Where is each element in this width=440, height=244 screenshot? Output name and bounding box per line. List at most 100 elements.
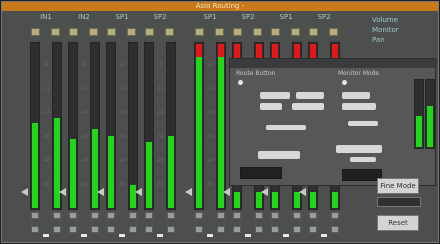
mute-button[interactable] [233,28,242,36]
channel-option-button[interactable] [167,212,175,219]
channel-option-button[interactable] [233,212,241,219]
route-button-label: Route Button [236,70,276,77]
level-meter-right [216,42,226,210]
routing-panel-header[interactable] [230,59,437,68]
solo-button[interactable] [51,28,60,36]
route-field-2[interactable] [296,92,324,99]
scale-tick: -48 [80,158,89,164]
solo-button[interactable] [165,28,174,36]
channel-option-button[interactable] [195,212,203,219]
channel-option-button[interactable] [129,226,137,233]
channel-led [283,234,289,237]
channel-option-button[interactable] [233,226,241,233]
level-meter-right [90,42,100,210]
level-fill [218,57,224,208]
channel-strip: SP1 -6 -12 -24 -36 -48 -60 [185,12,228,240]
solo-button[interactable] [253,28,262,36]
channel-option-button[interactable] [145,212,153,219]
scale-tick: -60 [80,182,89,188]
route-slider-1[interactable] [266,125,306,130]
mute-button[interactable] [309,28,318,36]
channel-option-button[interactable] [293,226,301,233]
window-title: Asio Routing - [195,2,245,10]
channel-option-button[interactable] [107,212,115,219]
monitor-field-3[interactable] [336,145,382,153]
channel-option-button[interactable] [331,212,339,219]
scale-tick: -36 [156,134,165,140]
scale-tick: -12 [118,86,127,92]
channel-strip: SP2 -6 -12 -24 -36 -48 -60 [135,12,178,240]
channel-option-button[interactable] [31,212,39,219]
channel-option-button[interactable] [69,212,77,219]
legend-line-2: Monitor [372,26,399,34]
mute-button[interactable] [145,28,154,36]
channel-option-button[interactable] [293,212,301,219]
monitor-mode-label: Monitor Mode [338,70,380,77]
monitor-apply-button[interactable] [342,169,382,181]
channel-option-button[interactable] [145,226,153,233]
channel-option-button[interactable] [255,226,263,233]
mute-button[interactable] [107,28,116,36]
channel-option-button[interactable] [309,226,317,233]
level-fill [272,192,278,208]
route-field-5[interactable] [258,151,300,159]
mute-button[interactable] [31,28,40,36]
channel-option-button[interactable] [195,226,203,233]
route-radio-1[interactable] [238,80,243,85]
route-apply-button[interactable] [240,167,282,179]
solo-button[interactable] [89,28,98,36]
channel-option-button[interactable] [331,226,339,233]
solo-button[interactable] [291,28,300,36]
channel-option-button[interactable] [53,212,61,219]
mute-button[interactable] [195,28,204,36]
title-bar[interactable]: Asio Routing - [2,2,438,11]
legend-line-3: Pan [372,36,385,44]
channel-name: SP2 [317,13,331,21]
mute-solo-buttons [68,28,100,36]
channel-option-button[interactable] [217,226,225,233]
route-field-3[interactable] [260,103,282,110]
channel-option-button[interactable] [129,212,137,219]
channel-option-button[interactable] [31,226,39,233]
monitor-field-1[interactable] [342,92,370,99]
solo-button[interactable] [329,28,338,36]
channel-option-button[interactable] [53,226,61,233]
channel-led [207,234,213,237]
level-fill [256,192,262,208]
monitor-slider-1[interactable] [348,121,378,126]
scale-tick: -24 [118,110,127,116]
channel-option-button[interactable] [167,226,175,233]
route-field-1[interactable] [260,92,290,99]
channel-option-button[interactable] [217,212,225,219]
route-field-4[interactable] [292,103,324,110]
channel-option-button[interactable] [271,226,279,233]
monitor-field-2[interactable] [342,103,376,110]
scale-tick: -24 [206,110,215,116]
channel-option-button[interactable] [91,226,99,233]
scale-tick: -6 [81,62,87,68]
scale-tick: -36 [118,134,127,140]
monitor-slider-2[interactable] [350,157,376,162]
solo-button[interactable] [215,28,224,36]
level-fill [234,192,240,208]
routing-panel: Route Button Monitor Mode [229,58,437,186]
channel-option-button[interactable] [107,226,115,233]
mute-solo-buttons [270,28,302,36]
channel-option-button[interactable] [271,212,279,219]
mute-button[interactable] [69,28,78,36]
level-meter-left [68,42,78,210]
scale-tick: -36 [80,134,89,140]
channel-option-button[interactable] [255,212,263,219]
fine-mode-button[interactable]: Fine Mode [377,178,419,194]
channel-option-button[interactable] [309,212,317,219]
scale-tick: -48 [118,158,127,164]
mute-button[interactable] [271,28,280,36]
monitor-radio-1[interactable] [342,80,347,85]
solo-button[interactable] [127,28,136,36]
channel-option-button[interactable] [69,226,77,233]
channel-name: SP1 [115,13,129,21]
scale-tick: -36 [206,134,215,140]
channel-option-button[interactable] [91,212,99,219]
channel-name: SP2 [153,13,167,21]
reset-button[interactable]: Reset [377,215,419,231]
